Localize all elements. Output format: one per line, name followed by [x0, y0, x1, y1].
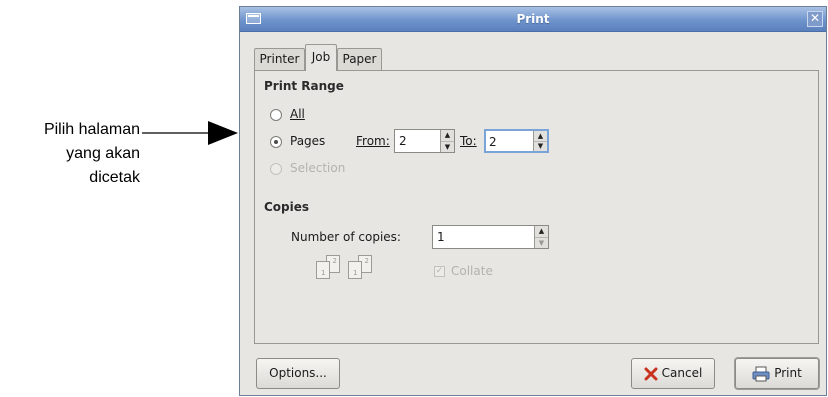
collate-illustration-icon: 2 1 2 1	[316, 255, 386, 285]
to-spinbutton[interactable]: 2 ▲ ▼	[484, 129, 549, 153]
print-dialog: Print ✕ Printer Job Paper Print Range Al…	[239, 6, 827, 396]
radio-all-button[interactable]	[270, 108, 282, 121]
copies-spin-arrows[interactable]: ▲ ▼	[534, 226, 548, 248]
collate-label: Collate	[451, 264, 493, 278]
window-title: Print	[516, 12, 550, 26]
copies-title: Copies	[264, 200, 310, 214]
copies-value: 1	[437, 230, 445, 244]
spin-down-icon[interactable]: ▼	[534, 141, 547, 151]
annotation-arrow	[142, 121, 238, 145]
to-spin-arrows[interactable]: ▲ ▼	[533, 131, 547, 151]
options-button[interactable]: Options...	[256, 358, 340, 389]
spin-up-icon[interactable]: ▲	[534, 131, 547, 141]
to-label: To:	[460, 134, 477, 148]
annotation-line-2: yang akan	[66, 145, 140, 162]
print-button[interactable]: Print	[735, 358, 819, 389]
print-range-title: Print Range	[264, 79, 344, 93]
collate-page-1a: 1	[316, 261, 330, 279]
spin-up-icon[interactable]: ▲	[535, 226, 548, 237]
spin-down-icon[interactable]: ▼	[441, 141, 454, 153]
close-button[interactable]: ✕	[807, 11, 823, 27]
tab-printer[interactable]: Printer	[254, 48, 305, 70]
tab-job[interactable]: Job	[305, 44, 337, 71]
cancel-button[interactable]: Cancel	[631, 358, 715, 389]
radio-selection: Selection	[270, 159, 345, 177]
radio-selection-button	[270, 162, 282, 175]
to-value: 2	[489, 135, 497, 149]
spin-down-icon[interactable]: ▼	[535, 237, 548, 249]
collate-checkbox: ✓	[434, 266, 445, 277]
radio-pages[interactable]: Pages	[270, 132, 325, 150]
number-of-copies-label: Number of copies:	[291, 230, 401, 244]
radio-selection-label: Selection	[290, 161, 346, 175]
job-panel: Print Range All Pages From: 2 ▲ ▼ To: 2 …	[254, 70, 819, 344]
title-bar[interactable]: Print ✕	[240, 7, 826, 32]
from-spin-arrows[interactable]: ▲ ▼	[440, 130, 454, 152]
radio-all[interactable]: All	[270, 105, 305, 123]
radio-pages-button[interactable]	[270, 135, 282, 148]
cancel-label: Cancel	[661, 366, 703, 380]
print-label: Print	[774, 366, 802, 380]
annotation-line-1: Pilih halaman	[43, 121, 140, 138]
copies-spinbutton[interactable]: 1 ▲ ▼	[432, 225, 549, 249]
collate-checkbox-row: ✓ Collate	[434, 262, 493, 280]
printer-icon	[752, 366, 770, 381]
from-spinbutton[interactable]: 2 ▲ ▼	[394, 129, 455, 153]
from-value: 2	[399, 134, 407, 148]
tab-paper[interactable]: Paper	[337, 48, 382, 70]
cancel-x-icon	[644, 367, 658, 380]
collate-page-1b: 1	[348, 261, 362, 279]
spin-up-icon[interactable]: ▲	[441, 130, 454, 141]
radio-pages-label: Pages	[290, 134, 326, 148]
from-label: From:	[356, 134, 390, 148]
annotation-text: Pilih halaman yang akan dicetak	[0, 118, 140, 190]
radio-all-label: All	[290, 107, 305, 121]
annotation-line-3: dicetak	[89, 169, 140, 186]
